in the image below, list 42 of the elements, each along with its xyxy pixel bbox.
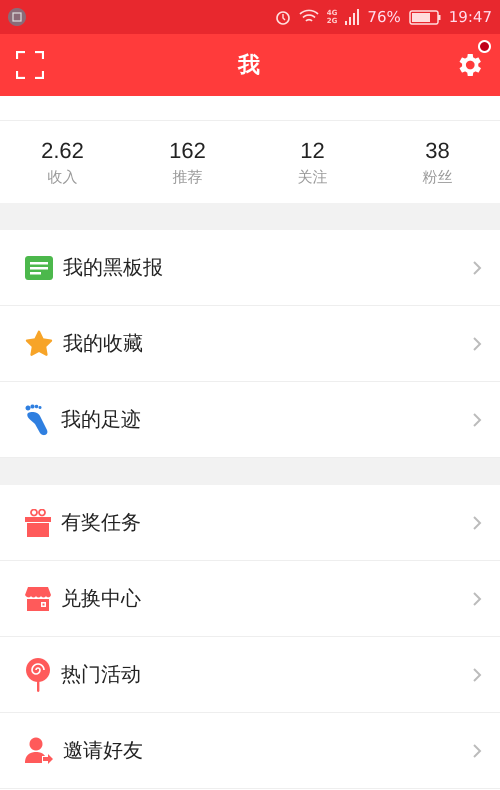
notes-icon — [25, 256, 53, 280]
stat-value: 2.62 — [41, 138, 84, 164]
signal-icon — [345, 9, 360, 25]
person-add-icon — [25, 736, 53, 764]
menu-label: 邀请好友 — [63, 737, 144, 764]
gift-icon — [25, 508, 51, 536]
menu-item[interactable]: 我的收藏 — [0, 306, 500, 382]
chevron-icon — [472, 260, 482, 276]
menu-label: 我的足迹 — [61, 406, 142, 433]
chevron-icon — [472, 666, 482, 682]
chevron-icon — [472, 412, 482, 428]
chevron-icon — [472, 742, 482, 758]
stat-value: 162 — [169, 138, 206, 164]
menu-item[interactable]: 我的黑板报 — [0, 230, 500, 306]
page-title: 我 — [238, 52, 260, 80]
scan-icon[interactable] — [16, 51, 44, 79]
battery-percent: 76% — [367, 8, 401, 26]
notification-icon — [8, 8, 26, 26]
stat-value: 38 — [425, 138, 450, 164]
menu-label: 有奖任务 — [61, 509, 142, 536]
alarm-icon — [274, 9, 291, 25]
lollipop-icon — [25, 658, 51, 692]
chevron-icon — [472, 590, 482, 606]
menu-item[interactable]: 邀请好友 — [0, 713, 500, 789]
menu-item[interactable]: 热门活动 — [0, 637, 500, 713]
menu-item[interactable]: 兑换中心 — [0, 561, 500, 637]
menu-label: 兑换中心 — [61, 585, 142, 612]
stat-label: 推荐 — [172, 168, 202, 186]
shop-icon — [25, 586, 51, 610]
menu-label: 热门活动 — [61, 661, 142, 688]
chevron-icon — [472, 514, 482, 530]
menu-item[interactable]: 有奖任务 — [0, 485, 500, 561]
menu-label: 我的收藏 — [63, 330, 144, 357]
stat-label: 粉丝 — [422, 168, 452, 186]
chevron-icon — [472, 336, 482, 352]
stat-value: 12 — [300, 138, 325, 164]
menu-label: 我的黑板报 — [63, 254, 164, 281]
star-icon — [25, 330, 53, 358]
clock: 19:47 — [448, 8, 492, 26]
battery-icon — [408, 10, 441, 24]
stat-label: 关注 — [298, 168, 328, 186]
stat-label: 收入 — [48, 168, 78, 186]
